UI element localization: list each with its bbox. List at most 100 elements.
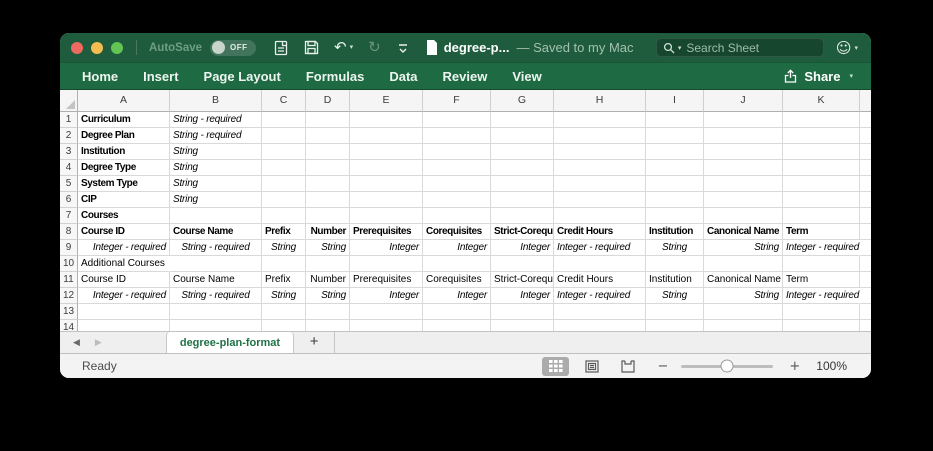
normal-view-button[interactable] bbox=[542, 356, 570, 376]
cell-A4[interactable]: Degree Type bbox=[78, 160, 170, 176]
cell-I9[interactable]: String bbox=[646, 240, 704, 256]
cell-G6[interactable] bbox=[491, 192, 554, 208]
cell-C1[interactable] bbox=[262, 112, 306, 128]
cell-D6[interactable] bbox=[306, 192, 350, 208]
column-header-E[interactable]: E bbox=[350, 90, 423, 112]
cell-E8[interactable]: Prerequisites bbox=[350, 224, 423, 240]
column-header-I[interactable]: I bbox=[646, 90, 704, 112]
select-all-corner[interactable] bbox=[60, 90, 78, 112]
cell-D10[interactable] bbox=[306, 256, 350, 272]
cell-E11[interactable]: Prerequisites bbox=[350, 272, 423, 288]
cell-J11[interactable]: Canonical Name bbox=[704, 272, 783, 288]
cell-H6[interactable] bbox=[554, 192, 646, 208]
fullscreen-button[interactable] bbox=[111, 41, 123, 54]
cell-B11[interactable]: Course Name bbox=[170, 272, 262, 288]
cell-C12[interactable]: String bbox=[262, 288, 306, 304]
next-sheet-button[interactable]: ▶ bbox=[95, 338, 102, 348]
column-header-G[interactable]: G bbox=[491, 90, 554, 112]
tab-insert[interactable]: Insert bbox=[143, 69, 178, 84]
cell-B2[interactable]: String - required bbox=[170, 128, 262, 144]
cell-K4[interactable] bbox=[783, 160, 860, 176]
cell-D5[interactable] bbox=[306, 176, 350, 192]
cell-C10[interactable] bbox=[262, 256, 306, 272]
cell-I8[interactable]: Institution bbox=[646, 224, 704, 240]
tab-view[interactable]: View bbox=[512, 69, 541, 84]
cell-J9[interactable]: String bbox=[704, 240, 783, 256]
cell-A11[interactable]: Course ID bbox=[78, 272, 170, 288]
cell-J5[interactable] bbox=[704, 176, 783, 192]
cell-G2[interactable] bbox=[491, 128, 554, 144]
cell-H12[interactable]: Integer - required bbox=[554, 288, 646, 304]
cell-G8[interactable]: Strict-Corequisites bbox=[491, 224, 554, 240]
cell-A8[interactable]: Course ID bbox=[78, 224, 170, 240]
column-header-H[interactable]: H bbox=[554, 90, 646, 112]
cell-C11[interactable]: Prefix bbox=[262, 272, 306, 288]
cell-B10[interactable] bbox=[170, 256, 262, 272]
cell-A7[interactable]: Courses bbox=[78, 208, 170, 224]
cell-B7[interactable] bbox=[170, 208, 262, 224]
column-header-C[interactable]: C bbox=[262, 90, 306, 112]
cell-K14[interactable] bbox=[783, 320, 860, 331]
cell-J13[interactable] bbox=[704, 304, 783, 320]
cell-C3[interactable] bbox=[262, 144, 306, 160]
cell-I7[interactable] bbox=[646, 208, 704, 224]
search-sheet-input[interactable]: ▾ Search Sheet bbox=[655, 38, 824, 57]
cell-F12[interactable]: Integer bbox=[423, 288, 491, 304]
cell-A5[interactable]: System Type bbox=[78, 176, 170, 192]
cell-filler-14[interactable] bbox=[860, 320, 871, 331]
cell-E4[interactable] bbox=[350, 160, 423, 176]
cell-A14[interactable] bbox=[78, 320, 170, 331]
cell-filler-9[interactable] bbox=[860, 240, 871, 256]
cell-filler-7[interactable] bbox=[860, 208, 871, 224]
cell-A9[interactable]: Integer - required bbox=[78, 240, 170, 256]
cell-G10[interactable] bbox=[491, 256, 554, 272]
cell-D11[interactable]: Number bbox=[306, 272, 350, 288]
cell-D8[interactable]: Number bbox=[306, 224, 350, 240]
cell-F6[interactable] bbox=[423, 192, 491, 208]
cell-B12[interactable]: String - required bbox=[170, 288, 262, 304]
cell-B9[interactable]: String - required bbox=[170, 240, 262, 256]
cell-H5[interactable] bbox=[554, 176, 646, 192]
cell-D13[interactable] bbox=[306, 304, 350, 320]
cell-B1[interactable]: String - required bbox=[170, 112, 262, 128]
cell-G9[interactable]: Integer bbox=[491, 240, 554, 256]
cell-C4[interactable] bbox=[262, 160, 306, 176]
prev-sheet-button[interactable]: ◀ bbox=[73, 338, 80, 348]
cell-F2[interactable] bbox=[423, 128, 491, 144]
tab-review[interactable]: Review bbox=[443, 69, 488, 84]
column-header-B[interactable]: B bbox=[170, 90, 262, 112]
zoom-slider[interactable] bbox=[681, 359, 774, 373]
cell-F1[interactable] bbox=[423, 112, 491, 128]
cell-H7[interactable] bbox=[554, 208, 646, 224]
cell-B3[interactable]: String bbox=[170, 144, 262, 160]
cell-G12[interactable]: Integer bbox=[491, 288, 554, 304]
column-header-K[interactable]: K bbox=[783, 90, 860, 112]
cell-D9[interactable]: String bbox=[306, 240, 350, 256]
cell-F11[interactable]: Corequisites bbox=[423, 272, 491, 288]
cell-K10[interactable] bbox=[783, 256, 860, 272]
cell-E6[interactable] bbox=[350, 192, 423, 208]
page-break-view-button[interactable] bbox=[614, 357, 641, 376]
cell-filler-3[interactable] bbox=[860, 144, 871, 160]
cell-K8[interactable]: Term bbox=[783, 224, 860, 240]
cell-K13[interactable] bbox=[783, 304, 860, 320]
cell-A6[interactable]: CIP bbox=[78, 192, 170, 208]
cell-B6[interactable]: String bbox=[170, 192, 262, 208]
cell-I6[interactable] bbox=[646, 192, 704, 208]
cell-F5[interactable] bbox=[423, 176, 491, 192]
row-header-8[interactable]: 8 bbox=[60, 224, 78, 240]
cell-K3[interactable] bbox=[783, 144, 860, 160]
column-header-J[interactable]: J bbox=[704, 90, 783, 112]
cell-J8[interactable]: Canonical Name bbox=[704, 224, 783, 240]
cell-filler-11[interactable] bbox=[860, 272, 871, 288]
cell-J3[interactable] bbox=[704, 144, 783, 160]
cell-G1[interactable] bbox=[491, 112, 554, 128]
column-header-F[interactable]: F bbox=[423, 90, 491, 112]
row-header-11[interactable]: 11 bbox=[60, 272, 78, 288]
cell-D12[interactable]: String bbox=[306, 288, 350, 304]
cell-filler-12[interactable] bbox=[860, 288, 871, 304]
row-header-2[interactable]: 2 bbox=[60, 128, 78, 144]
cell-I4[interactable] bbox=[646, 160, 704, 176]
cell-H4[interactable] bbox=[554, 160, 646, 176]
cell-G5[interactable] bbox=[491, 176, 554, 192]
